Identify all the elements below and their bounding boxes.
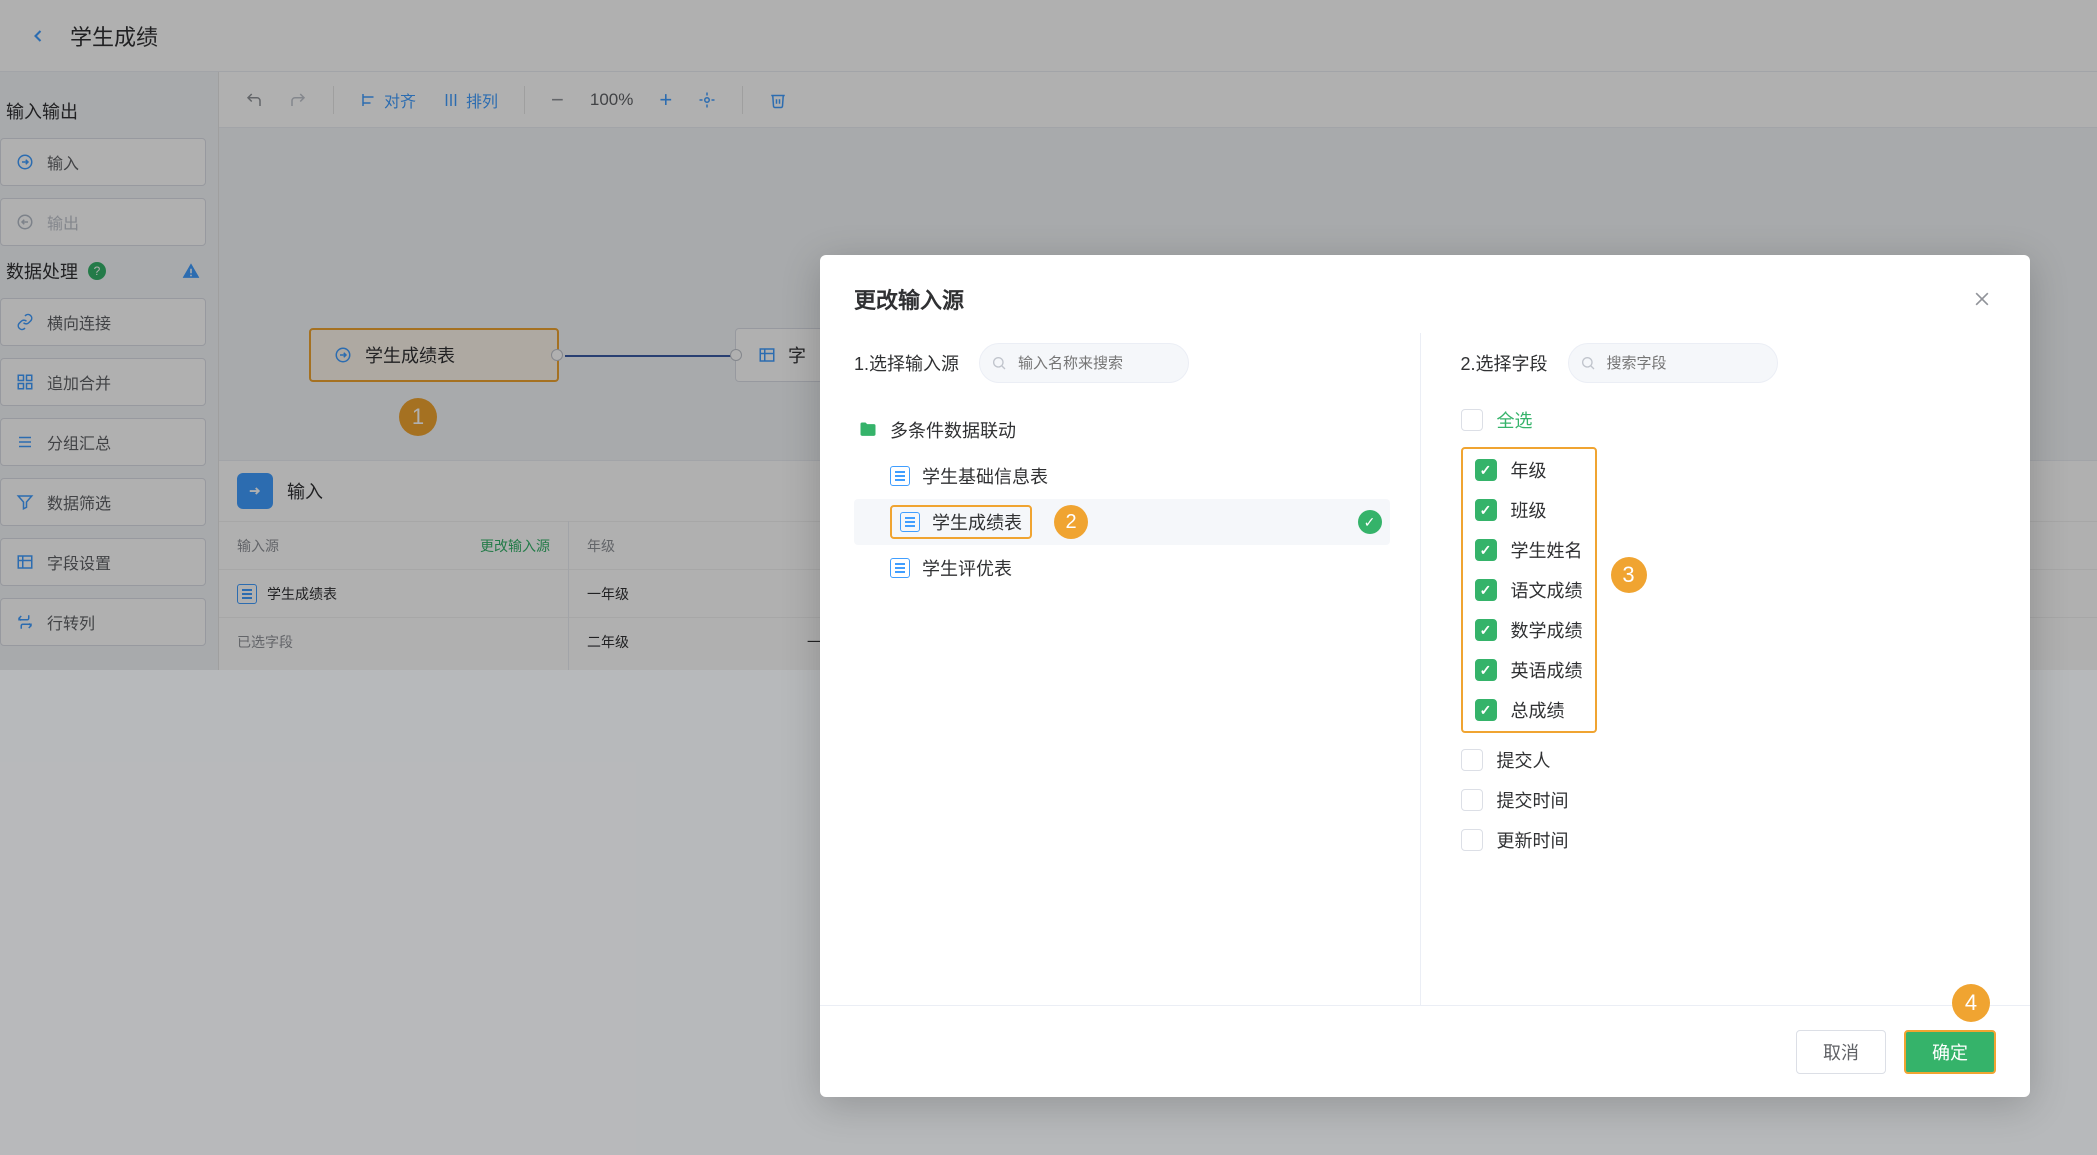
field-row[interactable]: 语文成绩: [1475, 577, 1583, 603]
confirm-button[interactable]: 确定: [1904, 1030, 1996, 1074]
field-list: 全选 年级 班级 学生姓名 语文成绩 数学成绩 英语成绩 总成绩 3: [1461, 407, 1997, 853]
tree-source-item-selected[interactable]: 学生成绩表 2 ✓: [854, 499, 1390, 545]
tree-item-label: 学生成绩表: [932, 509, 1022, 535]
tree-folder-label: 多条件数据联动: [890, 417, 1016, 443]
checkbox[interactable]: [1475, 619, 1497, 641]
tree-item-label: 学生基础信息表: [922, 463, 1048, 489]
tree-source-item[interactable]: 学生基础信息表: [854, 453, 1390, 499]
checkbox[interactable]: [1461, 749, 1483, 771]
tree-source-item[interactable]: 学生评优表: [854, 545, 1390, 591]
checkbox[interactable]: [1461, 829, 1483, 851]
field-row[interactable]: 更新时间: [1461, 827, 1997, 853]
field-label: 班级: [1511, 497, 1547, 523]
field-label: 提交人: [1497, 747, 1551, 773]
folder-icon: [858, 420, 878, 440]
source-search-input[interactable]: [979, 343, 1189, 383]
step2-label: 2.选择字段: [1461, 350, 1548, 376]
checkbox[interactable]: [1475, 539, 1497, 561]
form-icon: [890, 558, 910, 578]
checkbox[interactable]: [1475, 659, 1497, 681]
annotation-marker-3: 3: [1611, 557, 1647, 593]
select-all-label: 全选: [1497, 407, 1533, 433]
close-icon[interactable]: [1968, 285, 1996, 313]
field-search-input[interactable]: [1568, 343, 1778, 383]
field-row[interactable]: 提交时间: [1461, 787, 1997, 813]
tree-item-label: 学生评优表: [922, 555, 1012, 581]
change-source-modal: 更改输入源 1.选择输入源: [820, 255, 2030, 1097]
source-search[interactable]: [979, 343, 1189, 383]
annotation-marker-4: 4: [1952, 984, 1990, 1022]
field-row[interactable]: 班级: [1475, 497, 1583, 523]
field-row[interactable]: 提交人: [1461, 747, 1997, 773]
search-icon: [991, 355, 1007, 371]
field-label: 总成绩: [1511, 697, 1565, 723]
field-label: 语文成绩: [1511, 577, 1583, 603]
form-icon: [900, 512, 920, 532]
step1-label: 1.选择输入源: [854, 350, 959, 376]
form-icon: [890, 466, 910, 486]
field-label: 提交时间: [1497, 787, 1569, 813]
field-row[interactable]: 英语成绩: [1475, 657, 1583, 683]
checkbox[interactable]: [1475, 699, 1497, 721]
field-row[interactable]: 学生姓名: [1475, 537, 1583, 563]
modal-title: 更改输入源: [854, 283, 964, 315]
field-row[interactable]: 年级: [1475, 457, 1583, 483]
field-label: 数学成绩: [1511, 617, 1583, 643]
field-label: 更新时间: [1497, 827, 1569, 853]
source-tree: 多条件数据联动 学生基础信息表 学生成绩表 2 ✓: [854, 407, 1390, 591]
field-search[interactable]: [1568, 343, 1778, 383]
search-icon: [1580, 355, 1596, 371]
field-label: 年级: [1511, 457, 1547, 483]
tree-folder[interactable]: 多条件数据联动: [854, 407, 1390, 453]
field-row[interactable]: 总成绩: [1475, 697, 1583, 723]
field-label: 英语成绩: [1511, 657, 1583, 683]
check-icon: ✓: [1358, 510, 1382, 534]
annotation-marker-2: 2: [1054, 505, 1088, 539]
checkbox[interactable]: [1461, 409, 1483, 431]
checkbox[interactable]: [1475, 499, 1497, 521]
cancel-button[interactable]: 取消: [1796, 1030, 1886, 1074]
checkbox[interactable]: [1475, 579, 1497, 601]
checkbox[interactable]: [1475, 459, 1497, 481]
checkbox[interactable]: [1461, 789, 1483, 811]
field-label: 学生姓名: [1511, 537, 1583, 563]
select-all-row[interactable]: 全选: [1461, 407, 1997, 433]
field-row[interactable]: 数学成绩: [1475, 617, 1583, 643]
